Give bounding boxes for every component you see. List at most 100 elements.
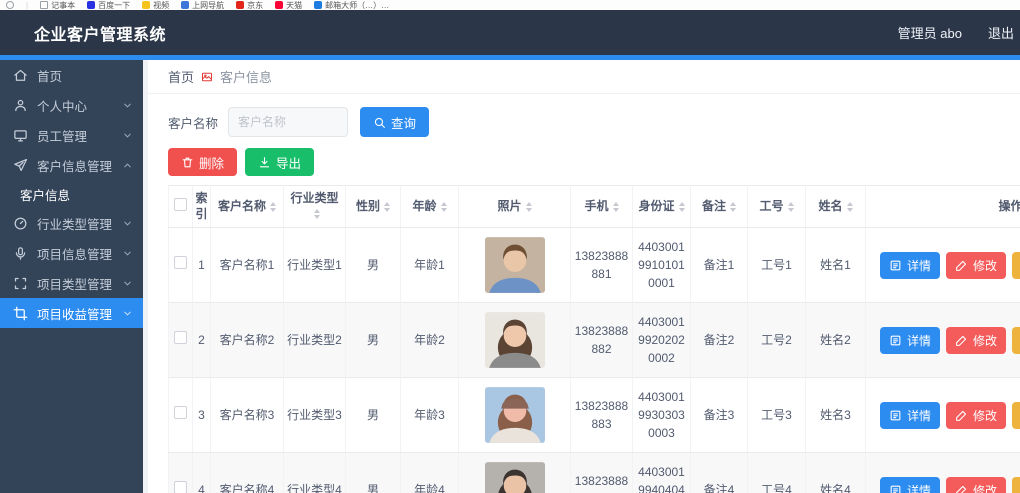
edit-icon [955,259,968,272]
sidebar-item-4[interactable]: 客户信息管理 [0,150,143,180]
detail-button[interactable]: 详情 [880,327,940,354]
sort-icon[interactable] [730,202,736,212]
sort-icon[interactable] [679,202,685,212]
column-header-name[interactable]: 客户名称 [211,186,284,228]
column-header-photo[interactable]: 照片 [459,186,571,228]
bookmark-favicon [275,1,283,9]
app-title: 企业客户管理系统 [34,21,166,45]
row-delete-button[interactable]: 删除 [1012,327,1020,354]
row-delete-button[interactable]: 删除 [1012,402,1020,429]
sidebar-item-label: 行业类型管理 [37,214,112,233]
cell-name: 客户名称1 [211,228,284,303]
sidebar-item-label: 客户信息管理 [37,156,112,175]
cell-realname: 姓名2 [806,303,866,378]
bookmark-item[interactable]: 天猫 [275,0,302,10]
query-button[interactable]: 查询 [360,107,429,137]
cell-industry: 行业类型1 [284,228,346,303]
edit-icon [955,334,968,347]
cell-workno: 工号2 [748,303,806,378]
customer-name-input[interactable] [228,107,348,137]
row-checkbox[interactable] [174,256,187,269]
cell-name: 客户名称4 [211,453,284,493]
column-header-idcard[interactable]: 身份证 [633,186,691,228]
crop-icon [13,306,28,321]
cell-gender: 男 [346,228,401,303]
cell-realname: 姓名1 [806,228,866,303]
row-delete-button[interactable]: 删除 [1012,252,1020,279]
cell-photo [459,228,571,303]
cell-gender: 男 [346,303,401,378]
sidebar-item-6[interactable]: 项目信息管理 [0,238,143,268]
sidebar-item-5[interactable]: 行业类型管理 [0,208,143,238]
cell-gender: 男 [346,453,401,493]
table-row: 3客户名称3行业类型3男年龄31382388888344030019930303… [169,378,1020,453]
current-user[interactable]: 管理员 abo [898,23,962,42]
sort-icon[interactable] [613,202,619,212]
bookmark-item[interactable]: 上网导航 [181,0,224,10]
sidebar-item-label: 个人中心 [37,96,87,115]
modify-button[interactable]: 修改 [946,477,1006,493]
column-header-industry[interactable]: 行业类型 [284,186,346,228]
bookmark-item[interactable]: 视频 [142,0,169,10]
cell-industry: 行业类型2 [284,303,346,378]
bookmark-favicon [314,1,322,9]
chevron-down-icon [122,248,133,259]
cell-workno: 工号3 [748,378,806,453]
sort-icon[interactable] [847,202,853,212]
mic-icon [13,246,28,261]
cell-photo [459,303,571,378]
row-checkbox[interactable] [174,406,187,419]
chevron-down-icon [122,130,133,141]
sidebar-subitem-客户信息[interactable]: 客户信息 [0,180,143,208]
bookmark-page-icon [40,1,48,9]
sidebar-item-label: 首页 [37,66,62,85]
row-checkbox[interactable] [174,331,187,344]
sort-icon[interactable] [788,202,794,212]
sort-icon[interactable] [441,202,447,212]
bookmark-favicon [142,1,150,9]
detail-button[interactable]: 详情 [880,402,940,429]
customer-photo [485,462,545,493]
modify-button[interactable]: 修改 [946,252,1006,279]
column-header-actions: 操作 [866,186,1020,228]
detail-button[interactable]: 详情 [880,477,940,493]
cell-realname: 姓名4 [806,453,866,493]
sort-icon[interactable] [526,202,532,212]
column-header-phone[interactable]: 手机 [571,186,633,228]
sidebar-item-7[interactable]: 项目类型管理 [0,268,143,298]
select-all-checkbox[interactable] [174,198,187,211]
modify-button[interactable]: 修改 [946,402,1006,429]
monitor-icon [13,128,28,143]
column-header-workno[interactable]: 工号 [748,186,806,228]
bookmark-item[interactable]: 记事本 [40,0,75,10]
sidebar-item-2[interactable]: 个人中心 [0,90,143,120]
column-header-index: 索引 [193,186,211,228]
export-button[interactable]: 导出 [245,148,314,176]
sort-icon[interactable] [314,209,320,219]
sidebar-item-1[interactable]: 首页 [0,60,143,90]
row-checkbox[interactable] [174,481,187,493]
modify-button[interactable]: 修改 [946,327,1006,354]
sidebar-item-3[interactable]: 员工管理 [0,120,143,150]
search-icon [373,116,386,129]
sort-icon[interactable] [384,202,390,212]
delete-button[interactable]: 删除 [168,148,237,176]
column-header-note[interactable]: 备注 [691,186,748,228]
breadcrumb-home[interactable]: 首页 [168,67,194,86]
bookmark-item[interactable]: 百度一下 [87,0,130,10]
cell-idcard: 440300199404040004 [633,453,691,493]
detail-button[interactable]: 详情 [880,252,940,279]
bookmark-item[interactable]: 京东 [236,0,263,10]
sidebar-item-label: 项目信息管理 [37,244,112,263]
logout-button[interactable]: 退出 [988,23,1014,42]
sidebar-item-8[interactable]: 项目收益管理 [0,298,143,328]
column-header-realname[interactable]: 姓名 [806,186,866,228]
bookmark-item[interactable]: 邮箱大师（…）… [314,0,389,10]
bookmark-item[interactable] [6,1,14,9]
column-header-gender[interactable]: 性别 [346,186,401,228]
sort-icon[interactable] [270,202,276,212]
app-header: 企业客户管理系统 管理员 abo 退出 [0,10,1020,55]
column-header-age[interactable]: 年龄 [401,186,459,228]
cell-age: 年龄3 [401,378,459,453]
row-delete-button[interactable]: 删除 [1012,477,1020,493]
